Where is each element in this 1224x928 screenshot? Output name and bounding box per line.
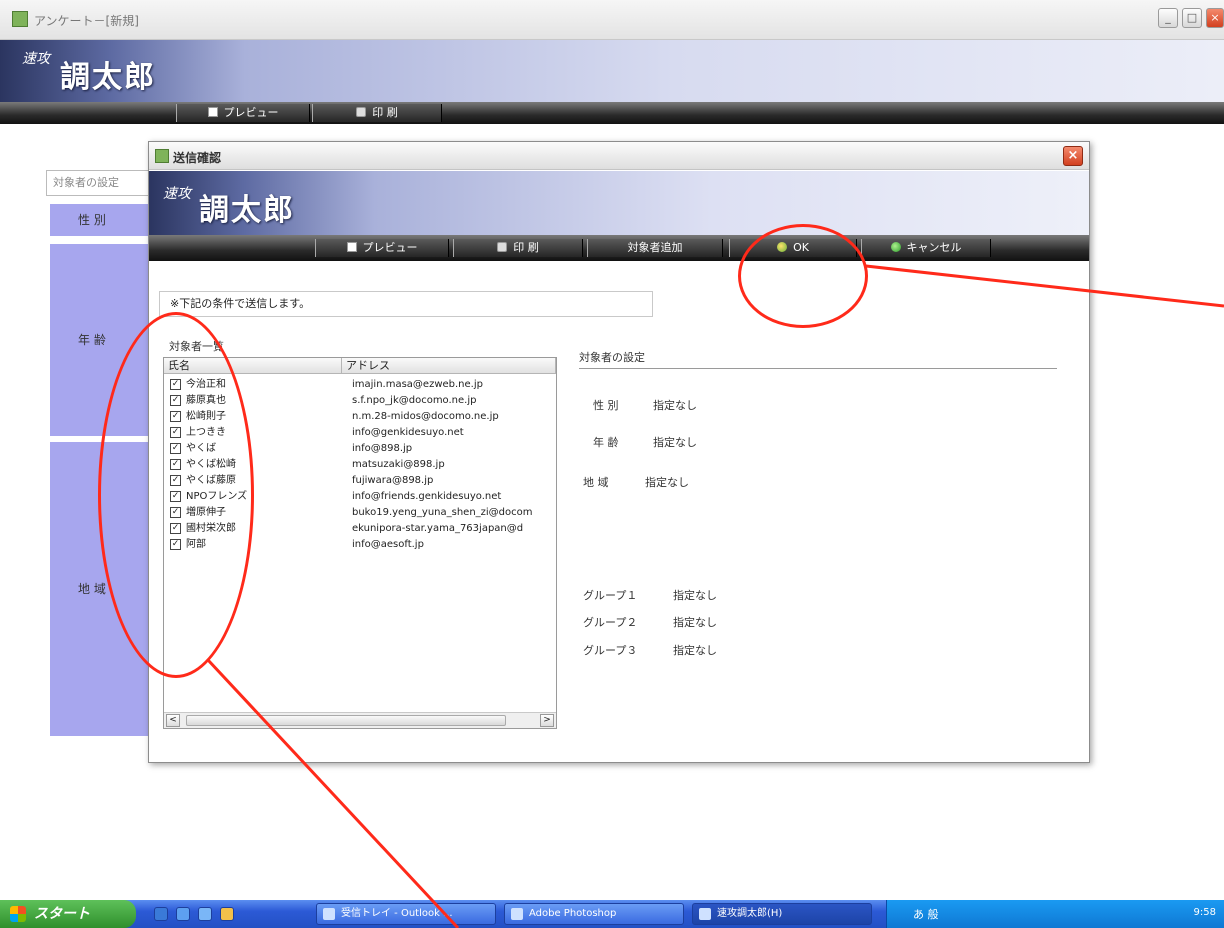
setting-gender-label: 性 別 — [593, 399, 619, 412]
task-chotaro-label: 速攻調太郎(H) — [717, 908, 783, 919]
dialog-toolbar: プレビュー 印 刷 対象者追加 OK キャンセル — [149, 235, 1089, 261]
maximize-button[interactable]: □ — [1182, 8, 1202, 28]
preview-icon — [207, 107, 218, 117]
dialog-preview-button[interactable]: プレビュー — [315, 239, 449, 257]
add-target-button[interactable]: 対象者追加 — [587, 239, 723, 257]
horizontal-scrollbar[interactable]: < > — [164, 712, 556, 728]
recipient-address: buko19.yeng_yuna_shen_zi@docom — [352, 507, 533, 518]
column-header-address[interactable]: アドレス — [342, 358, 556, 374]
print-button[interactable]: 印 刷 — [312, 104, 442, 122]
cancel-icon — [890, 242, 901, 252]
dialog-titlebar: 送信確認 × — [149, 142, 1089, 170]
recipient-address: info@genkidesuyo.net — [352, 427, 464, 438]
ime-status[interactable]: あ 般 — [913, 906, 939, 922]
print-label: 印 刷 — [372, 106, 398, 119]
clock: 9:58 — [1193, 907, 1216, 918]
dialog-logo-main-text: 調太郎 — [199, 193, 295, 228]
setting-group3-label: グループ３ — [583, 644, 638, 657]
annotation-ok-circle — [738, 224, 868, 328]
photoshop-icon — [511, 908, 523, 920]
preview-icon — [346, 242, 357, 252]
scroll-right-button[interactable]: > — [540, 714, 554, 727]
outlook-icon — [323, 908, 335, 920]
desktop-quicklaunch-icon[interactable] — [198, 907, 212, 921]
email-quicklaunch-icon[interactable] — [176, 907, 190, 921]
recipient-address: n.m.28-midos@docomo.ne.jp — [352, 411, 499, 422]
dialog-title: 送信確認 — [173, 151, 222, 165]
task-chotaro[interactable]: 速攻調太郎(H) — [692, 903, 872, 925]
task-photoshop-label: Adobe Photoshop — [529, 908, 617, 919]
send-confirm-dialog: 送信確認 × 速攻 調太郎 プレビュー 印 刷 対象者追加 OK キャンセル ※… — [148, 141, 1090, 763]
cancel-label: キャンセル — [906, 241, 962, 254]
dialog-app-icon — [155, 149, 169, 163]
main-toolbar: プレビュー 印 刷 — [0, 102, 1224, 124]
settings-divider — [579, 368, 1057, 369]
dialog-print-button[interactable]: 印 刷 — [453, 239, 583, 257]
chotaro-icon — [699, 908, 711, 920]
preview-button[interactable]: プレビュー — [176, 104, 310, 122]
print-icon — [497, 242, 508, 252]
windows-flag-icon — [10, 906, 26, 922]
setting-age-value: 指定なし — [653, 436, 697, 449]
dialog-print-label: 印 刷 — [513, 241, 539, 254]
dialog-preview-label: プレビュー — [362, 241, 418, 254]
send-notice: ※下記の条件で送信します。 — [159, 291, 653, 317]
setting-group3-value: 指定なし — [673, 644, 717, 657]
scroll-left-button[interactable]: < — [166, 714, 180, 727]
recipient-address: info@aesoft.jp — [352, 539, 424, 550]
dialog-close-button[interactable]: × — [1063, 146, 1083, 166]
preview-label: プレビュー — [223, 106, 279, 119]
print-icon — [356, 107, 367, 117]
task-outlook-label: 受信トレイ - Outlook ... — [341, 908, 453, 919]
recipient-address: ekunipora-star.yama_763japan@d — [352, 523, 524, 534]
recipient-address: fujiwara@898.jp — [352, 475, 434, 486]
setting-group1-value: 指定なし — [673, 589, 717, 602]
app-banner: 速攻 調太郎 — [0, 40, 1224, 102]
media-quicklaunch-icon[interactable] — [220, 907, 234, 921]
scroll-thumb[interactable] — [186, 715, 506, 726]
main-window-titlebar: アンケート－[新規] _ □ × — [0, 0, 1224, 40]
minimize-button[interactable]: _ — [1158, 8, 1178, 28]
recipient-address: matsuzaki@898.jp — [352, 459, 445, 470]
ie-quicklaunch-icon[interactable] — [154, 907, 168, 921]
setting-age-label: 年 齢 — [593, 436, 619, 449]
close-button[interactable]: × — [1206, 8, 1224, 28]
recipient-address: imajin.masa@ezweb.ne.jp — [352, 379, 483, 390]
annotation-list-circle — [98, 312, 254, 678]
logo-main-text: 調太郎 — [60, 60, 156, 95]
task-outlook[interactable]: 受信トレイ - Outlook ... — [316, 903, 496, 925]
system-tray: あ 般 9:58 — [886, 900, 1224, 928]
logo-small-text: 速攻 — [22, 51, 50, 67]
setting-gender-value: 指定なし — [653, 399, 697, 412]
main-window-title: アンケート－[新規] — [34, 14, 139, 28]
recipient-address: info@friends.genkidesuyo.net — [352, 491, 502, 502]
task-photoshop[interactable]: Adobe Photoshop — [504, 903, 684, 925]
settings-title: 対象者の設定 — [579, 351, 645, 364]
setting-region-value: 指定なし — [645, 476, 689, 489]
target-setting-field[interactable]: 対象者の設定 — [46, 170, 156, 196]
setting-group2-label: グループ２ — [583, 616, 638, 629]
start-label: スタート — [34, 906, 90, 922]
setting-group2-value: 指定なし — [673, 616, 717, 629]
cancel-button[interactable]: キャンセル — [861, 239, 991, 257]
start-button[interactable]: スタート — [0, 900, 136, 928]
taskbar: スタート 受信トレイ - Outlook ... Adobe Photoshop… — [0, 900, 1224, 928]
gender-label: 性 別 — [50, 204, 160, 236]
setting-region-label: 地 域 — [583, 476, 609, 489]
dialog-banner: 速攻 調太郎 — [149, 171, 1089, 235]
setting-group1-label: グループ１ — [583, 589, 638, 602]
dialog-logo-small-text: 速攻 — [163, 186, 191, 202]
recipient-address: info@898.jp — [352, 443, 413, 454]
recipient-address: s.f.npo_jk@docomo.ne.jp — [352, 395, 477, 406]
app-icon — [12, 11, 28, 27]
